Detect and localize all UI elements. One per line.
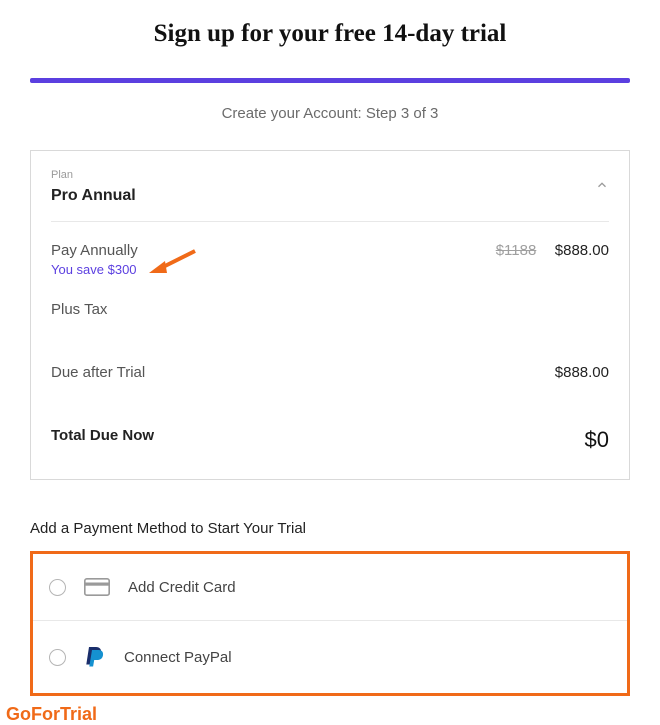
total-due-value: $0 bbox=[585, 427, 609, 453]
chevron-up-icon[interactable] bbox=[595, 178, 609, 197]
payment-section-label: Add a Payment Method to Start Your Trial bbox=[30, 520, 630, 537]
plan-summary-card: Plan Pro Annual Pay Annually You save $3… bbox=[30, 150, 630, 480]
credit-card-label: Add Credit Card bbox=[128, 579, 236, 596]
radio-icon[interactable] bbox=[49, 649, 66, 666]
page-title: Sign up for your free 14-day trial bbox=[0, 0, 660, 78]
radio-icon[interactable] bbox=[49, 579, 66, 596]
payment-methods-highlight: Add Credit Card Connect PayPal bbox=[30, 551, 630, 696]
annotation-arrow-icon bbox=[149, 247, 197, 277]
plus-tax-label: Plus Tax bbox=[51, 301, 609, 318]
plan-small-label: Plan bbox=[51, 169, 136, 181]
connect-paypal-option[interactable]: Connect PayPal bbox=[33, 621, 627, 693]
plan-name: Pro Annual bbox=[51, 187, 136, 205]
original-price: $1188 bbox=[496, 242, 537, 259]
pay-annually-label: Pay Annually bbox=[51, 242, 138, 259]
paypal-icon bbox=[84, 645, 106, 669]
watermark: GoForTrial bbox=[6, 704, 660, 725]
total-due-label: Total Due Now bbox=[51, 427, 154, 444]
total-due-row: Total Due Now $0 bbox=[51, 407, 609, 479]
due-after-label: Due after Trial bbox=[51, 364, 145, 381]
discount-price: $888.00 bbox=[555, 242, 609, 259]
paypal-label: Connect PayPal bbox=[124, 649, 232, 666]
plan-header[interactable]: Plan Pro Annual bbox=[51, 151, 609, 222]
step-label: Create your Account: Step 3 of 3 bbox=[0, 83, 660, 150]
add-credit-card-option[interactable]: Add Credit Card bbox=[33, 554, 627, 621]
pay-annually-row: Pay Annually You save $300 $1188 $888.00 bbox=[51, 222, 609, 279]
save-note: You save $300 bbox=[51, 262, 137, 277]
credit-card-icon bbox=[84, 578, 110, 596]
due-after-value: $888.00 bbox=[555, 364, 609, 381]
due-after-row: Due after Trial $888.00 bbox=[51, 344, 609, 381]
